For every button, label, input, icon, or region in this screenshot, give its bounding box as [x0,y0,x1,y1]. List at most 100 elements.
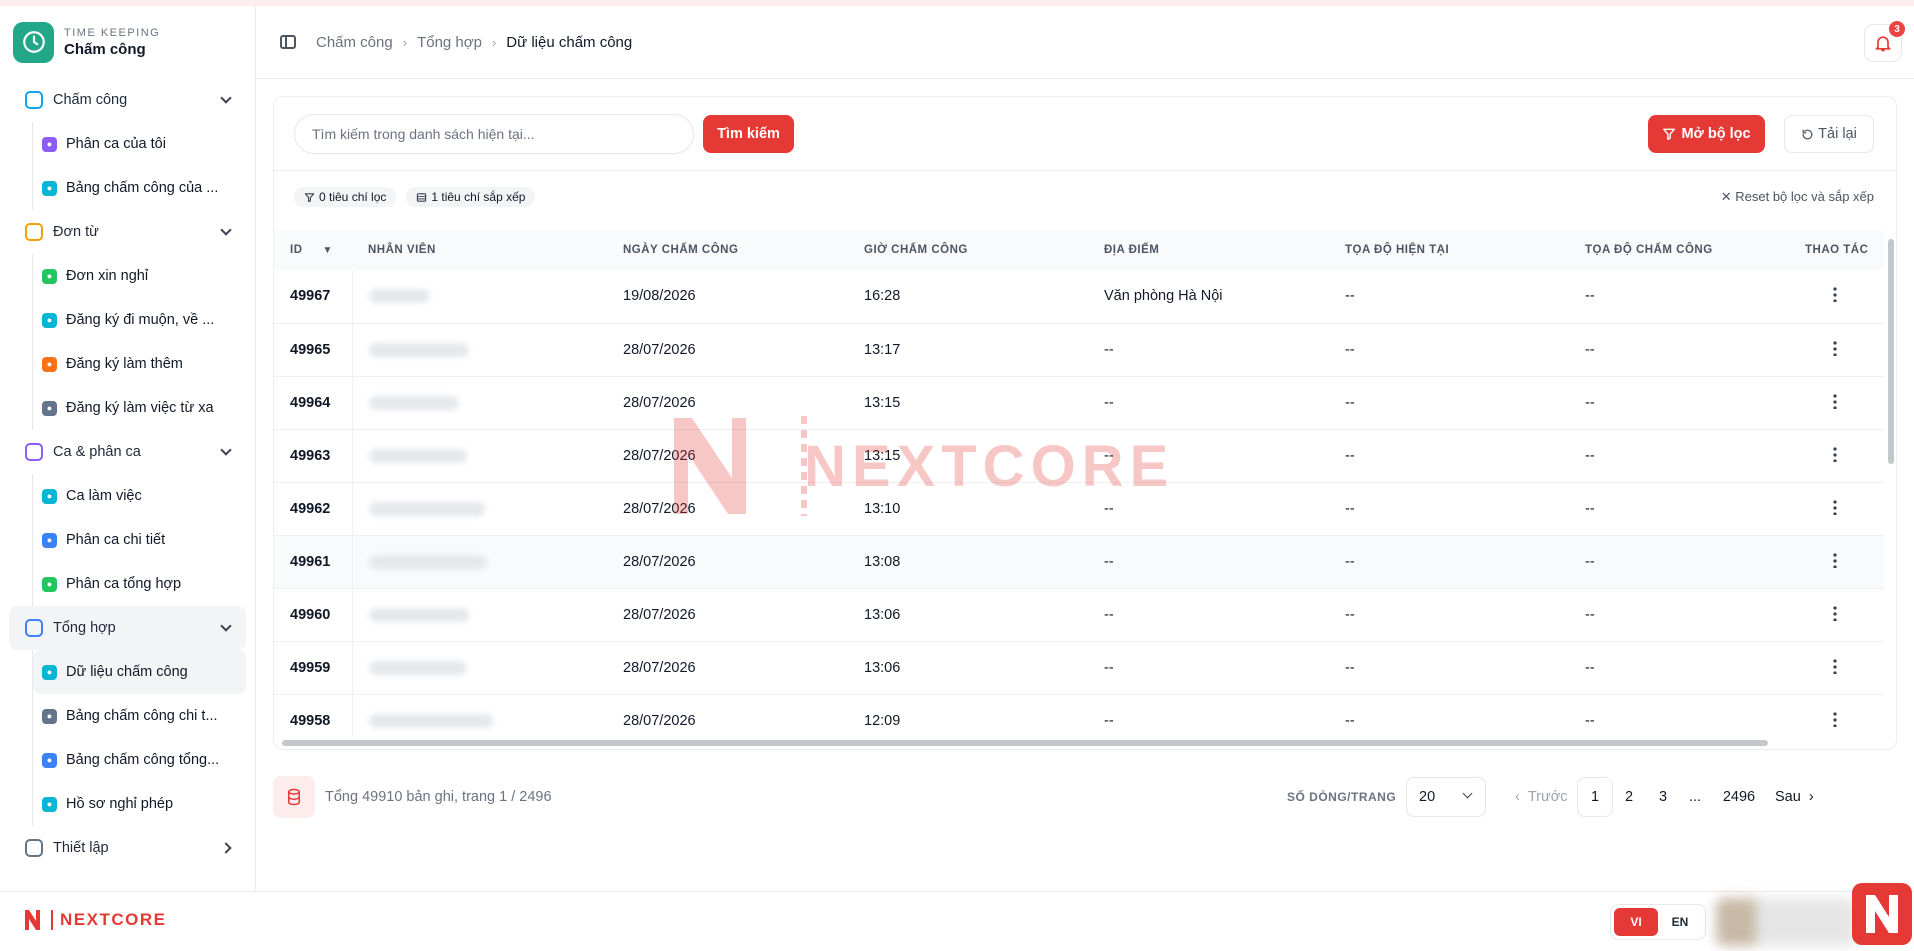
sidebar-group-3[interactable]: Tổng hợp [9,606,246,650]
sidebar-group-label: Thiết lập [53,840,109,856]
more-vertical-icon[interactable] [1832,710,1837,727]
search-button[interactable]: Tìm kiếm [703,115,794,153]
language-vi-button[interactable]: VI [1614,908,1658,936]
sidebar-item[interactable]: ● Bảng chấm công của ... [33,166,246,210]
sidebar-item-label: Bảng chấm công của ... [66,180,219,196]
sidebar-group-label: Ca & phân ca [53,444,141,460]
more-vertical-icon[interactable] [1832,339,1837,356]
cell-location: -- [1104,712,1114,729]
search-input[interactable] [294,114,694,154]
table-row[interactable]: 49962 28/07/2026 13:10 -- -- -- [274,482,1884,535]
column-header-location[interactable]: Địa điểm [1088,230,1329,270]
clock-icon: ● [42,312,57,328]
sidebar-group-4[interactable]: Thiết lập [9,826,246,870]
cell-location: Văn phòng Hà Nội [1104,288,1223,305]
data-card: Tìm kiếm Mở bộ lọc Tải lại 0 tiêu chí lọ… [273,96,1897,750]
rows-per-page-select[interactable]: 20 [1406,777,1486,817]
filter-icon [304,192,315,202]
more-vertical-icon[interactable] [1832,551,1837,568]
nextcore-corner-logo[interactable] [1852,883,1912,945]
sidebar-group-1[interactable]: Đơn từ [9,210,246,254]
app-brand[interactable]: TIME KEEPING Chấm công [0,6,255,78]
sort-criteria-chip[interactable]: 1 tiêu chí sắp xếp [406,187,536,207]
sidebar-item[interactable]: ● Bảng chấm công tổng... [33,738,246,782]
column-header-current-coords[interactable]: Tọa độ hiện tại [1329,230,1569,270]
breadcrumb-item[interactable]: Chấm công [316,34,393,51]
column-header-actions: Thao tác [1805,244,1869,256]
sidebar-subnav: ● Dữ liệu chấm công ● Bảng chấm công chi t.… [32,650,255,826]
cell-time: 13:06 [864,659,901,676]
more-vertical-icon[interactable] [1832,445,1837,462]
sidebar-item-label: Đăng ký đi muộn, về ... [66,312,215,328]
more-vertical-icon[interactable] [1832,657,1837,674]
sidebar-subnav: ● Ca làm việc ● Phân ca chi tiết ● Phân ca tổ… [32,474,255,606]
page-ellipsis: ... [1688,789,1702,805]
user-profile[interactable] [1716,898,1856,946]
notification-button[interactable]: 3 [1864,21,1905,62]
table-row[interactable]: 49967 19/08/2026 16:28 Văn phòng Hà Nội -- -- [274,270,1884,323]
column-header-date[interactable]: Ngày chấm công [607,230,848,270]
reload-button[interactable]: Tải lại [1784,115,1874,153]
column-header-checkin-coords[interactable]: Tọa độ chấm công [1569,230,1785,270]
sidebar-group-0[interactable]: Chấm công [9,78,246,122]
sidebar-item[interactable]: ● Phân ca của tôi [33,122,246,166]
clock-icon: ● [42,180,57,196]
language-en-button[interactable]: EN [1658,908,1702,936]
page-button-1[interactable]: 1 [1577,777,1613,817]
sidebar-item[interactable]: ● Đơn xin nghỉ [33,254,246,298]
sort-desc-icon[interactable]: ▼ [323,245,333,256]
table-row[interactable]: 49960 28/07/2026 13:06 -- -- -- [274,588,1884,641]
page-button-last[interactable]: 2496 [1719,777,1759,817]
table-container[interactable]: ID ▼ Nhân viên Ngày chấm công Giờ chấm cô… [274,230,1884,736]
sidebar-item[interactable]: ● Dữ liệu chấm công [33,650,246,694]
search-toolbar: Tìm kiếm Mở bộ lọc Tải lại [274,97,1896,171]
cell-employee-redacted [352,376,607,429]
sidebar-item[interactable]: ● Ca làm việc [33,474,246,518]
cell-id: 49959 [274,641,353,694]
sidebar-group-2[interactable]: Ca & phân ca [9,430,246,474]
cell-date: 28/07/2026 [623,394,696,411]
sidebar-item[interactable]: ● Đăng ký đi muộn, về ... [33,298,246,342]
more-vertical-icon[interactable] [1832,604,1837,621]
table-row[interactable]: 49961 28/07/2026 13:08 -- -- -- [274,535,1884,588]
next-page-button[interactable]: Sau › [1775,777,1814,817]
filter-criteria-label: 0 tiêu chí lọc [319,190,387,204]
sidebar-item[interactable]: ● Đăng ký làm thêm [33,342,246,386]
sidebar-item[interactable]: ● Phân ca chi tiết [33,518,246,562]
horizontal-scrollbar[interactable] [282,740,1768,746]
table-row[interactable]: 49964 28/07/2026 13:15 -- -- -- [274,376,1884,429]
sidebar-item[interactable]: ● Phân ca tổng hợp [33,562,246,606]
sidebar-item[interactable]: ● Đăng ký làm việc từ xa [33,386,246,430]
cell-id: 49960 [274,588,353,641]
column-header-time[interactable]: Giờ chấm công [848,230,1088,270]
sidebar-item[interactable]: ● Hồ sơ nghỉ phép [33,782,246,826]
sidebar-item-label: Đăng ký làm việc từ xa [66,400,214,416]
breadcrumb-item[interactable]: Tổng hợp [417,34,482,51]
reset-filters-link[interactable]: ✕ Reset bộ lọc và sắp xếp [1721,189,1874,205]
cell-employee-redacted [352,588,607,641]
open-filter-button[interactable]: Mở bộ lọc [1648,115,1765,153]
more-vertical-icon[interactable] [1832,392,1837,409]
cell-actions [1785,641,1884,694]
reload-label: Tải lại [1818,126,1857,142]
filter-criteria-chip[interactable]: 0 tiêu chí lọc [294,187,397,207]
table-row[interactable]: 49958 28/07/2026 12:09 -- -- -- [274,694,1884,736]
column-header-id[interactable]: ID ▼ [274,230,352,270]
rows-per-page-label: SỐ DÒNG/TRANG [1287,790,1397,804]
sidebar-item[interactable]: ● Bảng chấm công chi t... [33,694,246,738]
prev-page-button[interactable]: ‹ Trước [1515,777,1567,817]
page-button-2[interactable]: 2 [1619,777,1639,817]
table-row[interactable]: 49965 28/07/2026 13:17 -- -- -- [274,323,1884,376]
more-vertical-icon[interactable] [1832,498,1837,515]
vertical-scrollbar[interactable] [1888,239,1894,464]
bell-icon [1875,36,1891,52]
page-button-3[interactable]: 3 [1653,777,1673,817]
table-row[interactable]: 49963 28/07/2026 13:15 -- -- -- [274,429,1884,482]
cell-actions [1785,535,1884,588]
table-row[interactable]: 49959 28/07/2026 13:06 -- -- -- [274,641,1884,694]
chevron-right-icon [220,842,232,854]
cell-id: 49964 [274,376,353,429]
sidebar-toggle-icon[interactable] [280,35,296,49]
more-vertical-icon[interactable] [1832,286,1837,303]
column-header-employee[interactable]: Nhân viên [352,230,607,270]
